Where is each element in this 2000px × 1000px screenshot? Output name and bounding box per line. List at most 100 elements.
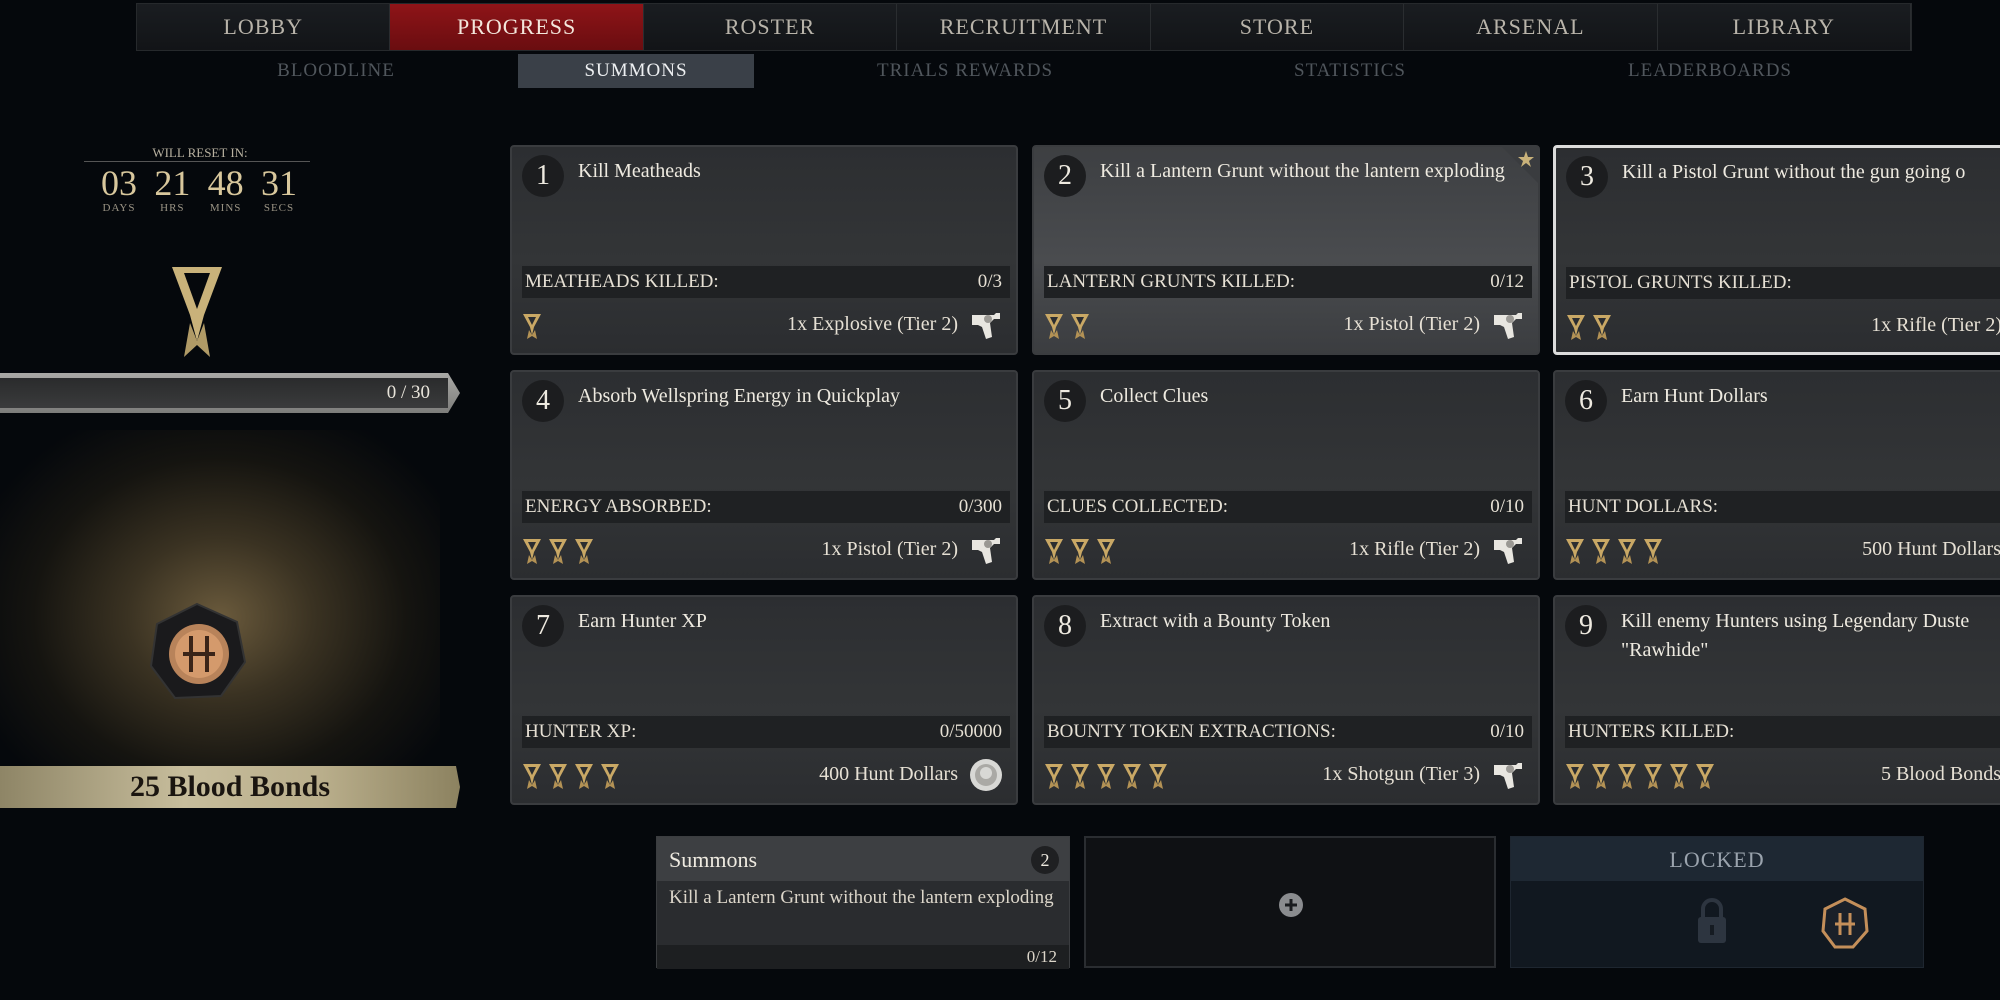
card-reward-row: 1x Rifle (Tier 2) xyxy=(1566,306,2000,348)
slot-title: Summons xyxy=(669,847,758,872)
timer-mins-label: MINS xyxy=(209,202,242,214)
tier-icons xyxy=(522,538,594,564)
card-reward: 1x Rifle (Tier 2) xyxy=(1349,538,1480,560)
tier-icons xyxy=(522,763,620,789)
card-stat-bar: PISTOL GRUNTS KILLED: xyxy=(1566,267,2000,299)
sub-nav: BLOODLINE SUMMONS TRIALS REWARDS STATIST… xyxy=(0,54,2000,90)
tier-icons xyxy=(1044,538,1116,564)
card-reward-row: 500 Hunt Dollars xyxy=(1565,530,2000,572)
card-reward: 5 Blood Bonds xyxy=(1880,763,2000,785)
card-stat-bar: CLUES COLLECTED: 0/10 xyxy=(1044,491,1532,523)
card-number: 7 xyxy=(522,605,564,647)
tier-icons xyxy=(1566,314,1612,340)
card-stat-label: BOUNTY TOKEN EXTRACTIONS: xyxy=(1047,721,1336,742)
card-stat-bar: MEATHEADS KILLED: 0/3 xyxy=(522,266,1010,298)
summons-card-2[interactable]: 2 Kill a Lantern Grunt without the lanter… xyxy=(1032,145,1540,355)
card-stat-label: PISTOL GRUNTS KILLED: xyxy=(1569,272,1792,293)
card-reward: 1x Explosive (Tier 2) xyxy=(787,313,958,335)
revolver-icon xyxy=(1490,532,1526,568)
tab-roster[interactable]: ROSTER xyxy=(643,4,898,50)
active-summons-slot[interactable]: Summons 2 Kill a Lantern Grunt without t… xyxy=(656,836,1070,969)
summons-card-3[interactable]: 3 Kill a Pistol Grunt without the gun goi… xyxy=(1553,145,2000,355)
summons-card-9[interactable]: 9 Kill enemy Hunters using Legendary Dust… xyxy=(1553,595,2000,805)
timer-days: 03 xyxy=(101,163,137,203)
card-stat-label: ENERGY ABSORBED: xyxy=(525,496,712,517)
blood-bond-icon xyxy=(1821,897,1869,949)
tab-store[interactable]: STORE xyxy=(1150,4,1405,50)
card-title: Earn Hunt Dollars xyxy=(1621,385,1768,407)
card-reward-row: 1x Rifle (Tier 2) xyxy=(1044,530,1532,572)
card-title: Kill enemy Hunters using Legendary Duste… xyxy=(1621,610,1970,661)
card-reward-row: 1x Explosive (Tier 2) xyxy=(522,305,1010,347)
card-number: 9 xyxy=(1565,605,1607,647)
card-title: Kill a Lantern Grunt without the lantern… xyxy=(1100,160,1505,182)
card-reward-row: 1x Pistol (Tier 2) xyxy=(522,530,1010,572)
tab-library[interactable]: LIBRARY xyxy=(1657,4,1911,50)
slot-number-badge: 2 xyxy=(1031,846,1059,874)
summons-card-7[interactable]: 7 Earn Hunter XP HUNTER XP: 0/50000 400 Hunt… xyxy=(510,595,1018,805)
tab-lobby[interactable]: LOBBY xyxy=(137,4,391,50)
card-stat-bar: HUNTER XP: 0/50000 xyxy=(522,716,1010,748)
card-title: Collect Clues xyxy=(1100,385,1209,407)
summons-card-1[interactable]: 1 Kill Meatheads MEATHEADS KILLED: 0/3 1x Ex… xyxy=(510,145,1018,355)
lock-icon xyxy=(1698,898,1726,943)
card-stat-label: HUNTER XP: xyxy=(525,721,637,742)
timer-hrs-label: HRS xyxy=(160,202,185,214)
card-reward-row: 1x Pistol (Tier 2) xyxy=(1044,305,1532,347)
card-reward: 500 Hunt Dollars xyxy=(1862,538,2000,560)
card-number: 5 xyxy=(1044,380,1086,422)
summons-card-6[interactable]: 6 Earn Hunt Dollars HUNT DOLLARS:0/500 Hun… xyxy=(1553,370,2000,580)
reset-timer: 03 DAYS 21 HRS 48 MINS 31 SECS xyxy=(94,164,304,214)
card-stat-label: MEATHEADS KILLED: xyxy=(525,271,719,292)
reset-label: WILL RESET IN: xyxy=(130,145,270,161)
subtab-bloodline[interactable]: BLOODLINE xyxy=(236,54,436,88)
card-number: 6 xyxy=(1565,380,1607,422)
timer-mins: 48 xyxy=(207,163,244,203)
card-stat-value: 0/3 xyxy=(977,271,1002,292)
card-stat-value: 0/10 xyxy=(1490,496,1524,517)
card-title: Absorb Wellspring Energy in Quickplay xyxy=(578,385,901,407)
card-number: 8 xyxy=(1044,605,1086,647)
timer-hrs: 21 xyxy=(154,163,191,203)
card-reward-row: 400 Hunt Dollars xyxy=(522,755,1010,797)
tier-icons xyxy=(522,313,542,339)
slot-progress-text: 0/12 xyxy=(1026,947,1057,966)
subtab-summons[interactable]: SUMMONS xyxy=(518,54,754,88)
slot-description: Kill a Lantern Grunt without the lantern… xyxy=(669,887,1054,908)
tab-progress[interactable]: PROGRESS xyxy=(390,4,644,50)
summons-card-5[interactable]: 5 Collect Clues CLUES COLLECTED: 0/10 1x Rif… xyxy=(1032,370,1540,580)
subtab-trials-rewards[interactable]: TRIALS REWARDS xyxy=(845,54,1085,88)
card-stat-label: LANTERN GRUNTS KILLED: xyxy=(1047,271,1296,292)
card-number: 3 xyxy=(1566,156,1608,198)
card-reward: 1x Pistol (Tier 2) xyxy=(1343,313,1480,335)
tier-icons xyxy=(1565,538,1663,564)
timer-divider xyxy=(84,161,310,162)
card-stat-bar: HUNTERS KILLED: xyxy=(1565,716,2000,748)
card-number: 1 xyxy=(522,155,564,197)
blood-bond-coin-icon xyxy=(149,602,247,700)
summons-card-4[interactable]: 4 Absorb Wellspring Energy in Quickplay EN… xyxy=(510,370,1018,580)
card-number: 4 xyxy=(522,380,564,422)
empty-summons-slot[interactable] xyxy=(1084,836,1496,968)
card-stat-bar: LANTERN GRUNTS KILLED: 0/12 xyxy=(1044,266,1532,298)
card-title: Kill Meatheads xyxy=(578,160,701,182)
card-reward: 1x Pistol (Tier 2) xyxy=(821,538,958,560)
revolver-icon xyxy=(968,307,1004,343)
locked-header: LOCKED xyxy=(1511,837,1923,881)
tab-arsenal[interactable]: ARSENAL xyxy=(1404,4,1658,50)
subtab-leaderboards[interactable]: LEADERBOARDS xyxy=(1600,54,1820,88)
card-number: 2 xyxy=(1044,155,1086,197)
summons-rank-icon xyxy=(172,267,222,357)
locked-title: LOCKED xyxy=(1669,847,1765,872)
revolver-icon xyxy=(1490,307,1526,343)
card-stat-value: 0/50000 xyxy=(939,721,1002,742)
subtab-statistics[interactable]: STATISTICS xyxy=(1250,54,1450,88)
revolver-icon xyxy=(968,532,1004,568)
card-stat-value: 0/300 xyxy=(958,496,1002,517)
reward-label: 25 Blood Bonds xyxy=(0,766,460,808)
summons-card-8[interactable]: 8 Extract with a Bounty Token BOUNTY TOKEN… xyxy=(1032,595,1540,805)
star-icon xyxy=(1502,147,1538,183)
tab-recruitment[interactable]: RECRUITMENT xyxy=(897,4,1151,50)
rank-progress-text: 0 / 30 xyxy=(386,382,430,403)
timer-secs-label: SECS xyxy=(263,202,295,214)
